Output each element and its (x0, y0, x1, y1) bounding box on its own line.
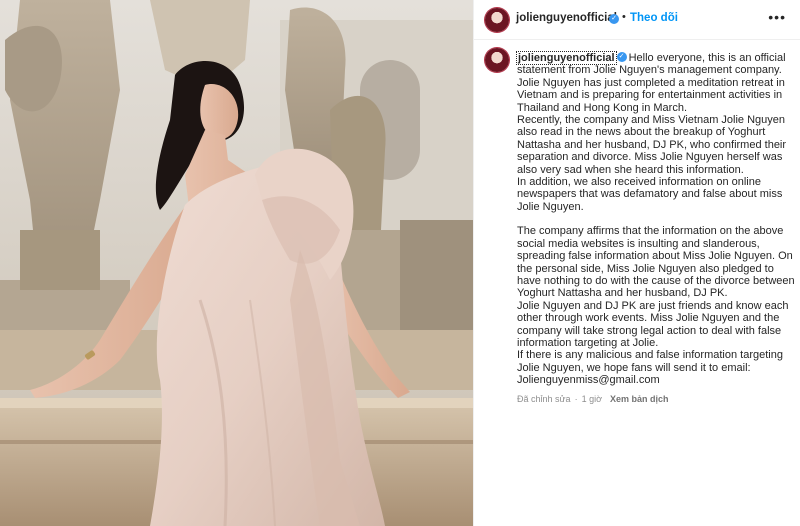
header-username-link[interactable]: jolienguyenofficial (516, 12, 617, 24)
verified-badge-icon: ✓ (609, 14, 619, 24)
post-header: jolienguyenofficial ✓ • Theo dõi ••• (474, 0, 800, 40)
caption-meta: Đã chỉnh sửa · 1 giờ Xem bản dịch (517, 393, 798, 405)
caption-paragraph: Jolie Nguyen has just completed a medita… (517, 76, 785, 114)
header-separator: • (622, 11, 626, 23)
post-side-panel: jolienguyenofficial ✓ • Theo dõi ••• jol… (473, 0, 800, 526)
post-photo[interactable] (0, 0, 473, 526)
caption-email: Jolienguyenmiss@gmail.com (517, 374, 660, 387)
avatar[interactable] (485, 8, 509, 32)
caption-first-paragraph: jolienguyenofficial ✓ Hello everyone, this… (516, 51, 798, 77)
post-image (0, 0, 473, 526)
caption-paragraph: Jolie Nguyen and DJ PK are just friends … (517, 299, 789, 349)
caption-username-link[interactable]: jolienguyenofficial (516, 51, 617, 65)
more-options-icon[interactable]: ••• (768, 9, 786, 25)
caption-avatar[interactable] (485, 48, 509, 72)
see-translation-button[interactable]: Xem bản dịch (610, 394, 669, 404)
edited-label: Đã chỉnh sửa (517, 393, 571, 404)
post-caption: jolienguyenofficial ✓ Hello everyone, this… (516, 51, 798, 405)
timestamp[interactable]: 1 giờ (582, 394, 602, 404)
caption-paragraph: If there is any malicious and false info… (517, 349, 783, 374)
caption-paragraph: In addition, we also received informatio… (517, 176, 783, 213)
caption-paragraph: The company affirms that the information… (517, 225, 795, 300)
caption-paragraph: Recently, the company and Miss Vietnam J… (517, 114, 787, 176)
meta-separator: · (574, 393, 578, 404)
follow-button[interactable]: Theo dõi (630, 12, 678, 24)
verified-badge-icon: ✓ (616, 52, 627, 63)
